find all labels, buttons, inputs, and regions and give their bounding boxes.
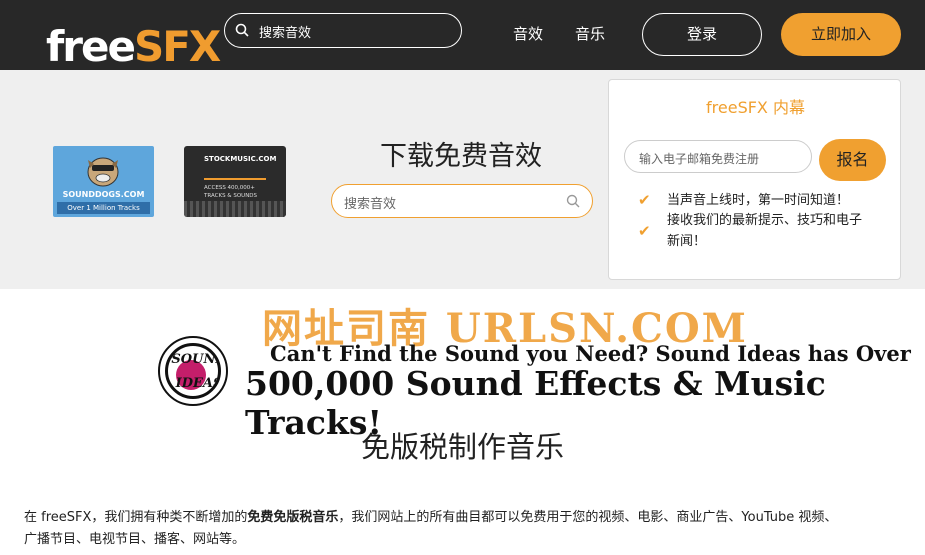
signup-button[interactable]: 报名 — [819, 139, 886, 181]
logo-sfx-text: SFX — [133, 22, 221, 71]
sounddogs-title: SOUNDDOGS.COM — [62, 190, 145, 199]
section-title: 免版税制作音乐 — [360, 430, 564, 464]
intro-paragraph: 在 freeSFX，我们拥有种类不断增加的免费免版税音乐，我们网站上的所有曲目都… — [24, 510, 838, 547]
site-logo[interactable]: freeSFX — [22, 12, 221, 71]
top-header: freeSFX 搜索音效 音效 音乐 登录 立即加入 — [0, 0, 925, 71]
stockmusic-text: ACCESS 400,000+ TRACKS & SOUNDS — [204, 185, 258, 199]
sounddogs-tagline: Over 1 Million Tracks — [57, 202, 150, 214]
logo-text-bottom: IDEAS — [175, 376, 221, 391]
banner-line-1: Can't Find the Sound you Need? Sound Ide… — [270, 341, 911, 366]
hero-search-input[interactable]: 搜索音效 — [331, 184, 593, 218]
nav-sound-effects[interactable]: 音效 — [513, 23, 543, 44]
stockmusic-ad[interactable]: STOCKMUSIC.COM ACCESS 400,000+ TRACKS & … — [184, 146, 286, 217]
sound-ideas-logo: SOUND IDEAS — [158, 336, 228, 406]
mixer-graphic — [184, 201, 286, 217]
search-icon[interactable] — [566, 194, 580, 208]
hero-title: 下载免费音效 — [380, 141, 542, 172]
benefit-item-cont: 新闻！ — [667, 234, 707, 249]
join-button[interactable]: 立即加入 — [781, 13, 901, 56]
login-button[interactable]: 登录 — [642, 13, 762, 56]
logo-free-text: free — [46, 22, 136, 71]
header-search-input[interactable]: 搜索音效 — [224, 13, 462, 48]
newsletter-title: freeSFX 内幕 — [706, 98, 805, 117]
logo-text-top: SOUND — [171, 352, 218, 367]
header-search-placeholder: 搜索音效 — [259, 26, 312, 41]
nav-music[interactable]: 音乐 — [575, 23, 605, 44]
benefit-item: 当声音上线时，第一时间知道！ — [667, 193, 850, 208]
bulldog-icon — [87, 157, 119, 187]
check-icon: ✔ — [638, 222, 651, 240]
hero-search-placeholder: 搜索音效 — [344, 197, 397, 212]
email-placeholder: 输入电子邮箱免费注册 — [639, 152, 760, 166]
highlight-text: 免费免版税音乐 — [247, 510, 339, 525]
newsletter-card: freeSFX 内幕 输入电子邮箱免费注册 报名 ✔ 当声音上线时，第一时间知道… — [608, 79, 901, 280]
sounddogs-ad[interactable]: SOUNDDOGS.COM Over 1 Million Tracks — [53, 146, 154, 217]
stockmusic-accent-bar — [204, 178, 266, 180]
benefit-item: 接收我们的最新提示、技巧和电子 — [667, 213, 863, 228]
check-icon: ✔ — [638, 191, 651, 209]
search-icon — [235, 23, 249, 37]
email-field[interactable]: 输入电子邮箱免费注册 — [624, 140, 812, 173]
stockmusic-title: STOCKMUSIC.COM — [204, 155, 277, 163]
